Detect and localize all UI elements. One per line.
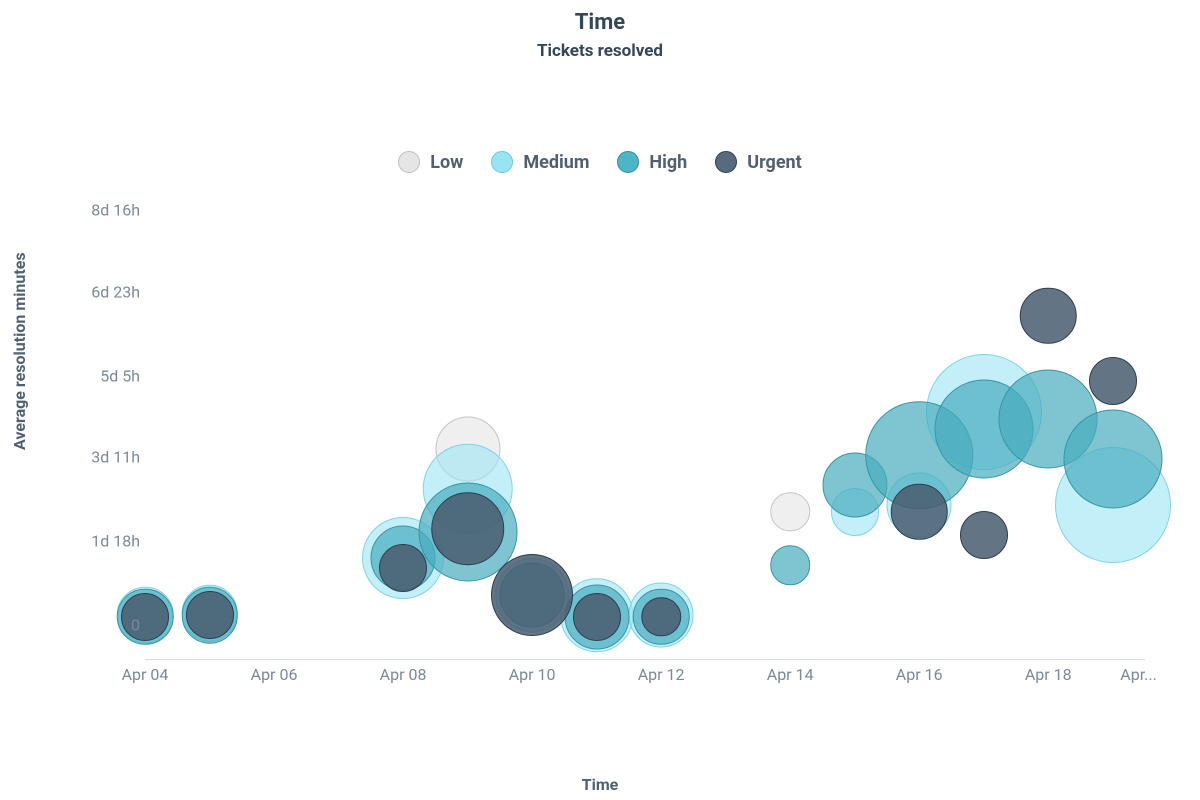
bubble-low[interactable] xyxy=(770,492,810,532)
bubble-urgent[interactable] xyxy=(1089,357,1137,405)
y-tick: 6d 23h xyxy=(60,282,140,301)
legend-label: High xyxy=(649,152,687,173)
legend-item-urgent[interactable]: Urgent xyxy=(715,151,801,173)
y-tick: 3d 11h xyxy=(60,448,140,467)
bubble-urgent[interactable] xyxy=(573,593,621,641)
legend-item-high[interactable]: High xyxy=(617,151,687,173)
legend-label: Low xyxy=(430,152,463,173)
x-tick: Apr 18 xyxy=(1025,665,1072,684)
bubble-chart: Time Tickets resolved Low Medium High Urgen… xyxy=(0,0,1200,800)
y-tick: 8d 16h xyxy=(60,201,140,220)
x-tick: Apr 16 xyxy=(896,665,943,684)
x-tick: Apr 04 xyxy=(122,665,169,684)
chart-title: Time xyxy=(0,0,1200,35)
y-axis-label: Average resolution minutes xyxy=(10,252,29,450)
bubble-urgent[interactable] xyxy=(1020,287,1077,344)
legend-swatch-medium xyxy=(491,151,513,173)
legend-label: Urgent xyxy=(747,152,801,173)
x-axis-line xyxy=(145,659,1145,660)
y-tick: 5d 5h xyxy=(60,366,140,385)
y-tick: 0 xyxy=(60,616,140,635)
bubble-urgent[interactable] xyxy=(379,544,427,592)
bubble-urgent[interactable] xyxy=(491,554,573,636)
legend-label: Medium xyxy=(523,152,589,173)
chart-subtitle: Tickets resolved xyxy=(0,41,1200,61)
bubble-high[interactable] xyxy=(1063,409,1162,508)
bubble-urgent[interactable] xyxy=(431,492,505,566)
legend-swatch-low xyxy=(398,151,420,173)
x-axis-label: Time xyxy=(0,775,1200,794)
legend-swatch-urgent xyxy=(715,151,737,173)
y-tick: 1d 18h xyxy=(60,532,140,551)
legend-item-medium[interactable]: Medium xyxy=(491,151,589,173)
x-tick: Apr 10 xyxy=(509,665,556,684)
bubble-urgent[interactable] xyxy=(891,484,948,541)
chart-legend: Low Medium High Urgent xyxy=(0,151,1200,173)
x-tick: Apr 06 xyxy=(251,665,298,684)
x-tick: Apr... xyxy=(1120,665,1157,684)
plot-area xyxy=(145,210,1145,720)
legend-item-low[interactable]: Low xyxy=(398,151,463,173)
x-tick: Apr 08 xyxy=(380,665,427,684)
bubble-urgent[interactable] xyxy=(960,511,1008,559)
bubble-urgent[interactable] xyxy=(186,591,234,639)
x-tick: Apr 14 xyxy=(767,665,814,684)
legend-swatch-high xyxy=(617,151,639,173)
bubble-high[interactable] xyxy=(770,545,810,585)
bubble-urgent[interactable] xyxy=(641,597,681,637)
x-tick: Apr 12 xyxy=(638,665,685,684)
